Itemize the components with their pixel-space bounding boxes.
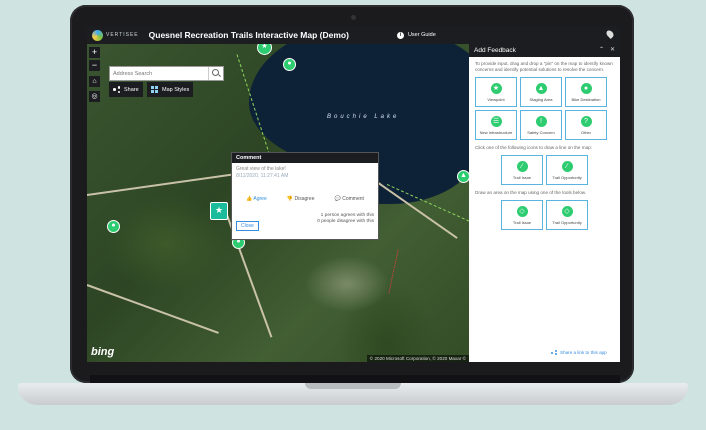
laptop-hinge bbox=[90, 375, 620, 383]
close-button[interactable]: Close bbox=[236, 221, 259, 231]
share-label: Share bbox=[124, 86, 139, 93]
area-trail-issue-button[interactable]: ◇ Trail Issue bbox=[501, 200, 543, 230]
map-copyright: © 2020 Microsoft Corporation, © 2020 Max… bbox=[366, 355, 469, 362]
intro-text: To provide input, drag and drop a "pin" … bbox=[475, 61, 613, 72]
lake-label: Bouchie Lake bbox=[327, 114, 400, 120]
line-issue-icon: ∕ bbox=[516, 160, 528, 172]
comment-label: Comment bbox=[342, 196, 364, 202]
info-icon: i bbox=[396, 31, 404, 39]
area-issue-icon: ◇ bbox=[516, 205, 528, 217]
question-icon: ? bbox=[580, 115, 592, 127]
address-search-input[interactable] bbox=[110, 69, 209, 78]
point-feedback-grid: ★ Viewpoint ▲ Staging Area ● Bike Destinati… bbox=[469, 77, 620, 140]
star-icon: ★ bbox=[490, 82, 502, 94]
popup-header: Comment bbox=[232, 153, 378, 163]
map-styles-icon bbox=[151, 86, 158, 93]
panel-header: Add Feedback ⌃ ✕ bbox=[469, 44, 620, 57]
map-styles-label: Map Styles bbox=[162, 86, 190, 93]
staging-marker[interactable]: ▲ bbox=[457, 170, 469, 183]
line-feedback-row: ∕ Trail Issue ∕ Trail Opportunity bbox=[469, 155, 620, 185]
selected-viewpoint-marker[interactable]: ★ bbox=[210, 202, 228, 220]
title-bar: VERTISEE Quesnel Recreation Trails Inter… bbox=[87, 26, 620, 44]
locate-button[interactable]: ◎ bbox=[89, 91, 100, 102]
zoom-in-button[interactable]: + bbox=[89, 47, 100, 58]
share-button[interactable]: Share bbox=[109, 82, 143, 97]
disagree-label: Disagree bbox=[294, 196, 315, 202]
panel-title: Add Feedback bbox=[474, 47, 516, 54]
share-link-label: Share a link to this app bbox=[560, 350, 607, 355]
collapse-icon[interactable]: ⌃ bbox=[599, 46, 604, 53]
alert-icon: ! bbox=[535, 115, 547, 127]
warning-icon: ▲ bbox=[535, 82, 547, 94]
share-icon bbox=[113, 86, 120, 93]
document-icon: ☰ bbox=[490, 115, 502, 127]
map-view[interactable]: Bouchie Lake + − ⌂ ◎ Share Map Styles ★ … bbox=[87, 44, 469, 362]
new-infrastructure-button[interactable]: ☰ New Infrastructure bbox=[475, 110, 517, 140]
home-button[interactable]: ⌂ bbox=[89, 76, 100, 87]
disagree-count: 0 people disagree with this bbox=[317, 219, 374, 224]
line-opportunity-icon: ∕ bbox=[561, 160, 573, 172]
safety-concern-button[interactable]: ! Safety Concern bbox=[520, 110, 562, 140]
road bbox=[87, 284, 219, 334]
line-trail-issue-button[interactable]: ∕ Trail Issue bbox=[501, 155, 543, 185]
comment-popup: Comment Great view of the lake! 8/11/202… bbox=[231, 152, 379, 240]
webcam bbox=[351, 15, 356, 20]
viewpoint-marker[interactable]: ★ bbox=[257, 44, 272, 55]
line-instructions: Click one of the following icons to draw… bbox=[475, 145, 592, 150]
screen: VERTISEE Quesnel Recreation Trails Inter… bbox=[87, 26, 620, 362]
laptop-notch bbox=[305, 383, 401, 389]
agree-button[interactable]: 👍 Agree bbox=[246, 196, 267, 202]
area-feedback-row: ◇ Trail Issue ◇ Trail Opportunity bbox=[469, 200, 620, 230]
vote-stats: 1 person agrees with this 0 people disag… bbox=[317, 213, 374, 225]
logo-icon bbox=[92, 29, 103, 41]
user-guide-label: User Guide bbox=[407, 32, 436, 38]
line-trail-opportunity-button[interactable]: ∕ Trail Opportunity bbox=[546, 155, 588, 185]
brand-name: VERTISEE bbox=[106, 32, 139, 38]
bing-logo: bing bbox=[91, 346, 115, 358]
viewpoint-button[interactable]: ★ Viewpoint bbox=[475, 77, 517, 107]
brand-logo: VERTISEE bbox=[92, 29, 139, 41]
share-link-icon bbox=[551, 350, 557, 356]
comment-text: Great view of the lake! bbox=[236, 166, 286, 172]
bike-destination-button[interactable]: ● Bike Destination bbox=[565, 77, 607, 107]
share-link[interactable]: Share a link to this app bbox=[551, 350, 607, 356]
other-button[interactable]: ? Other bbox=[565, 110, 607, 140]
area-opportunity-icon: ◇ bbox=[561, 205, 573, 217]
feedback-panel: Add Feedback ⌃ ✕ To provide input, drag … bbox=[469, 44, 620, 362]
disagree-button[interactable]: 👎 Disagree bbox=[287, 196, 315, 202]
location-pin-icon[interactable] bbox=[605, 29, 615, 39]
red-trail-line bbox=[388, 249, 399, 294]
comment-button[interactable]: 💬 Comment bbox=[335, 196, 364, 202]
area-instructions: Draw an area on the map using one of the… bbox=[475, 190, 587, 195]
bike-marker[interactable]: ● bbox=[283, 58, 296, 71]
comment-date: 8/11/2020, 11:27:41 AM bbox=[236, 173, 289, 179]
map-styles-button[interactable]: Map Styles bbox=[147, 82, 194, 97]
search-icon[interactable] bbox=[208, 67, 223, 80]
area-trail-opportunity-button[interactable]: ◇ Trail Opportunity bbox=[546, 200, 588, 230]
agree-label: Agree bbox=[253, 196, 267, 202]
bike-icon: ● bbox=[580, 82, 592, 94]
close-icon[interactable]: ✕ bbox=[610, 46, 615, 53]
zoom-out-button[interactable]: − bbox=[89, 60, 100, 71]
bike-marker[interactable]: ● bbox=[107, 220, 120, 233]
app-title: Quesnel Recreation Trails Interactive Ma… bbox=[148, 30, 349, 40]
user-guide-link[interactable]: i User Guide bbox=[396, 31, 436, 39]
address-search bbox=[109, 66, 224, 81]
staging-area-button[interactable]: ▲ Staging Area bbox=[520, 77, 562, 107]
